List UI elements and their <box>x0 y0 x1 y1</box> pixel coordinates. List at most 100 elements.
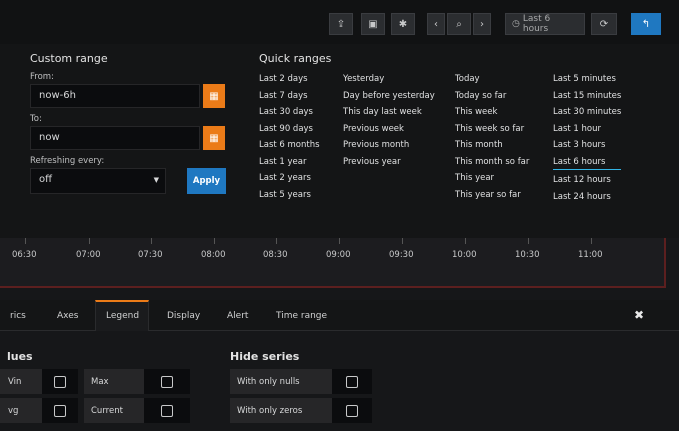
quick-range-item[interactable]: Last 3 hours <box>553 137 621 154</box>
quick-range-item[interactable]: Day before yesterday <box>343 88 435 105</box>
x-tick-mark <box>465 238 466 244</box>
quick-range-item[interactable]: Last 30 minutes <box>553 104 621 121</box>
quick-range-item[interactable]: Last 30 days <box>259 104 320 121</box>
checkbox-icon <box>161 404 173 417</box>
quick-range-item[interactable]: This day last week <box>343 104 435 121</box>
quick-range-column: Last 2 days Last 7 days Last 30 days Last 9… <box>259 71 320 203</box>
back-button[interactable]: ↰ <box>631 13 661 35</box>
x-tick-mark <box>402 238 403 244</box>
quick-range-item[interactable]: Last 24 hours <box>553 189 621 206</box>
calendar-icon: ▦ <box>209 132 219 144</box>
x-tick-label: 06:30 <box>12 250 37 260</box>
quick-ranges-title: Quick ranges <box>259 52 332 65</box>
option-current-checkbox[interactable] <box>144 398 190 423</box>
quick-range-item[interactable]: Previous year <box>343 154 435 171</box>
search-icon: ⌕ <box>456 18 462 30</box>
option-only-zeros-checkbox[interactable] <box>332 398 372 423</box>
timepicker-button[interactable]: ◷ Last 6 hours <box>505 13 585 35</box>
caret-down-icon: ▼ <box>153 176 159 184</box>
tab-axes[interactable]: Axes <box>57 311 78 321</box>
x-tick-label: 10:00 <box>452 250 477 260</box>
tab-metrics[interactable]: rics <box>10 311 26 321</box>
from-input[interactable]: now-6h <box>30 84 200 108</box>
save-icon: ▣ <box>368 18 378 30</box>
quick-range-column: Today Today so far This week This week so f… <box>455 71 529 203</box>
refresh-icon: ⟳ <box>599 18 609 30</box>
quick-range-item[interactable]: Last 90 days <box>259 121 320 138</box>
option-min-checkbox[interactable] <box>42 369 78 394</box>
refresh-label: Refreshing every: <box>30 156 105 166</box>
x-tick-mark <box>276 238 277 244</box>
quick-range-item[interactable]: Last 15 minutes <box>553 88 621 105</box>
to-input[interactable]: now <box>30 126 200 150</box>
quick-range-item[interactable]: Last 6 hours <box>553 154 622 170</box>
x-tick-label: 07:00 <box>76 250 101 260</box>
tab-display[interactable]: Display <box>167 311 200 321</box>
checkbox-icon <box>346 404 358 417</box>
x-tick-label: 11:00 <box>578 250 603 260</box>
quick-range-item[interactable]: Last 1 hour <box>553 121 621 138</box>
quick-range-item[interactable]: Last 5 minutes <box>553 71 621 88</box>
quick-range-item[interactable]: This week <box>455 104 529 121</box>
quick-range-item[interactable]: This year so far <box>455 187 529 204</box>
quick-range-item[interactable]: Yesterday <box>343 71 435 88</box>
x-tick-mark <box>214 238 215 244</box>
tab-time-range[interactable]: Time range <box>276 311 327 321</box>
quick-range-item[interactable]: This month <box>455 137 529 154</box>
time-forward-button[interactable]: › <box>473 13 491 35</box>
quick-range-item[interactable]: Last 12 hours <box>553 172 621 189</box>
close-icon[interactable]: ✖ <box>634 308 644 322</box>
x-tick-label: 09:30 <box>389 250 414 260</box>
quick-range-item[interactable]: Last 6 months <box>259 137 320 154</box>
x-tick-mark <box>151 238 152 244</box>
option-only-nulls-checkbox[interactable] <box>332 369 372 394</box>
quick-range-item[interactable]: Previous month <box>343 137 435 154</box>
zoom-out-button[interactable]: ⌕ <box>447 13 471 35</box>
share-icon: ⇪ <box>336 18 346 30</box>
option-avg-checkbox[interactable] <box>42 398 78 423</box>
quick-range-item[interactable]: Today so far <box>455 88 529 105</box>
quick-range-item[interactable]: This year <box>455 170 529 187</box>
tab-alert[interactable]: Alert <box>227 311 248 321</box>
time-back-button[interactable]: ‹ <box>427 13 445 35</box>
quick-range-item[interactable]: Previous week <box>343 121 435 138</box>
option-max-label: Max <box>84 369 144 394</box>
refresh-button[interactable]: ⟳ <box>591 13 617 35</box>
refresh-select-value: off <box>39 174 53 185</box>
quick-range-item[interactable]: Last 5 years <box>259 187 320 204</box>
x-tick-mark <box>528 238 529 244</box>
x-tick-label: 08:00 <box>201 250 226 260</box>
calendar-icon: ▦ <box>209 90 219 102</box>
hide-series-title: Hide series <box>230 350 300 363</box>
save-button[interactable]: ▣ <box>361 13 385 35</box>
option-only-zeros-label: With only zeros <box>230 398 332 423</box>
tab-legend[interactable]: Legend <box>106 311 139 321</box>
option-only-nulls-label: With only nulls <box>230 369 332 394</box>
custom-range-title: Custom range <box>30 52 108 65</box>
checkbox-icon <box>161 375 173 388</box>
quick-range-item[interactable]: Today <box>455 71 529 88</box>
refresh-select[interactable]: off ▼ <box>30 168 166 194</box>
timepicker-label: Last 6 hours <box>522 14 551 34</box>
option-max-checkbox[interactable] <box>144 369 190 394</box>
quick-range-item[interactable]: This week so far <box>455 121 529 138</box>
back-arrow-icon: ↰ <box>641 18 651 30</box>
x-tick-label: 10:30 <box>515 250 540 260</box>
chevron-left-icon: ‹ <box>434 18 438 30</box>
chevron-right-icon: › <box>480 18 484 30</box>
top-navbar: ⇪ ▣ ✱ ‹ ⌕ › ◷ Last 6 hours ⟳ ↰ <box>0 0 679 44</box>
quick-range-column: Last 5 minutes Last 15 minutes Last 30 min… <box>553 71 622 206</box>
quick-range-item[interactable]: Last 1 year <box>259 154 320 171</box>
quick-range-item[interactable]: This month so far <box>455 154 529 171</box>
checkbox-icon <box>54 375 66 388</box>
quick-range-item[interactable]: Last 2 days <box>259 71 320 88</box>
quick-range-column: Yesterday Day before yesterday This day la… <box>343 71 435 170</box>
to-calendar-button[interactable]: ▦ <box>203 126 225 150</box>
quick-range-item[interactable]: Last 2 years <box>259 170 320 187</box>
values-group-title: lues <box>7 350 33 363</box>
apply-button[interactable]: Apply <box>187 168 226 194</box>
share-button[interactable]: ⇪ <box>329 13 353 35</box>
from-calendar-button[interactable]: ▦ <box>203 84 225 108</box>
settings-button[interactable]: ✱ <box>391 13 415 35</box>
quick-range-item[interactable]: Last 7 days <box>259 88 320 105</box>
